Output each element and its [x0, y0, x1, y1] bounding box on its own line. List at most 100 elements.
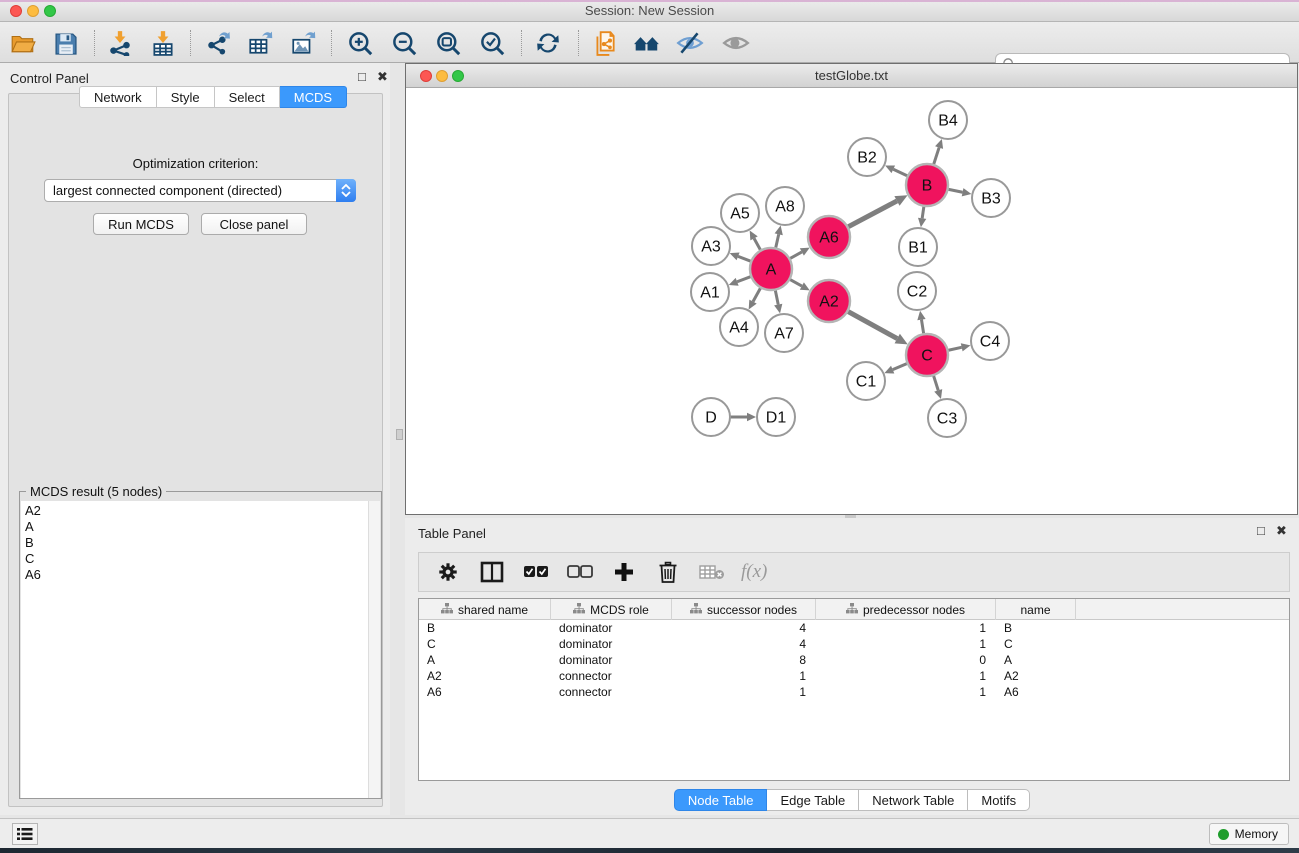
network-canvas[interactable]: B4 B2 B B3 A8A5 A6 A3 B1 A A1 C2 A2 A4 A7 C4 C C1 D D1 C3	[406, 88, 1297, 514]
cell-MCDS-role: connector	[551, 668, 672, 684]
hide-selected-icon[interactable]	[676, 29, 704, 57]
run-mcds-button[interactable]: Run MCDS	[93, 213, 189, 235]
svg-text:A4: A4	[729, 320, 749, 337]
svg-text:B: B	[922, 178, 933, 195]
deselect-all-icon[interactable]	[565, 559, 595, 585]
export-image-icon[interactable]	[289, 29, 317, 57]
cell-successor-nodes: 8	[672, 652, 816, 668]
table-row[interactable]: A6connector11A6	[419, 684, 1289, 700]
clone-network-icon[interactable]	[591, 29, 619, 57]
svg-text:B1: B1	[908, 240, 928, 257]
graph-node-A2[interactable]: A2	[808, 280, 850, 322]
mcds-result-item[interactable]: A6	[25, 567, 369, 583]
export-table-icon[interactable]	[246, 29, 274, 57]
column-header-predecessor-nodes[interactable]: predecessor nodes	[816, 599, 996, 620]
table-float-icon[interactable]: □	[1257, 524, 1265, 538]
network-window-title: testGlobe.txt	[406, 68, 1297, 83]
mcds-result-list[interactable]: A2ABCA6	[21, 501, 370, 798]
graph-node-A7[interactable]: A7	[765, 314, 803, 352]
application-window: Session: New Session	[0, 0, 1299, 853]
graph-node-C3[interactable]: C3	[928, 399, 966, 437]
column-header-name[interactable]: name	[996, 599, 1076, 620]
optimization-criterion-select[interactable]: largest connected component (directed)	[44, 179, 356, 202]
zoom-fit-icon[interactable]	[434, 29, 462, 57]
mcds-result-item[interactable]: C	[25, 551, 369, 567]
graph-node-A5[interactable]: A5	[721, 194, 759, 232]
delete-column-trash-icon[interactable]	[653, 559, 683, 585]
graph-node-C2[interactable]: C2	[898, 272, 936, 310]
memory-button[interactable]: Memory	[1209, 823, 1289, 845]
mcds-result-item[interactable]: A2	[25, 503, 369, 519]
function-builder-icon: f(x)	[741, 561, 767, 583]
first-neighbors-icon[interactable]	[633, 29, 661, 57]
cell-name: A2	[996, 668, 1076, 684]
close-panel-button[interactable]: Close panel	[201, 213, 307, 235]
select-stepper-icon[interactable]	[336, 179, 356, 202]
tab-network-table[interactable]: Network Table	[859, 789, 968, 811]
zoom-out-icon[interactable]	[390, 29, 418, 57]
arrowhead-B-B1	[918, 218, 926, 228]
arrowhead-C-C2	[917, 311, 925, 321]
table-row[interactable]: Adominator80A	[419, 652, 1289, 668]
list-icon	[17, 827, 33, 841]
add-column-icon[interactable]	[609, 559, 639, 585]
table-settings-gear-icon[interactable]	[433, 559, 463, 585]
svg-text:C: C	[921, 348, 933, 365]
graph-node-C1[interactable]: C1	[847, 362, 885, 400]
zoom-in-icon[interactable]	[346, 29, 374, 57]
tab-network[interactable]: Network	[79, 86, 157, 108]
table-close-icon[interactable]: ✖	[1276, 524, 1287, 538]
graph-node-A4[interactable]: A4	[720, 308, 758, 346]
graph-node-C[interactable]: C	[906, 334, 948, 376]
graph-node-B[interactable]: B	[906, 164, 948, 206]
task-history-button[interactable]	[12, 823, 38, 845]
table-row[interactable]: Cdominator41C	[419, 636, 1289, 652]
tab-edge-table[interactable]: Edge Table	[767, 789, 859, 811]
save-session-icon[interactable]	[51, 29, 79, 57]
tab-motifs[interactable]: Motifs	[968, 789, 1030, 811]
table-row[interactable]: Bdominator41B	[419, 620, 1289, 636]
cell-name: C	[996, 636, 1076, 652]
open-file-icon[interactable]	[9, 29, 37, 57]
graph-node-B1[interactable]: B1	[899, 228, 937, 266]
mcds-result-item[interactable]: B	[25, 535, 369, 551]
column-header-MCDS-role[interactable]: MCDS role	[551, 599, 672, 620]
tab-node-table[interactable]: Node Table	[674, 789, 768, 811]
graph-node-A[interactable]: A	[750, 248, 792, 290]
refresh-icon[interactable]	[534, 29, 562, 57]
mcds-result-group: MCDS result (5 nodes) A2ABCA6	[19, 491, 382, 799]
export-network-icon[interactable]	[204, 29, 232, 57]
show-columns-icon[interactable]	[477, 559, 507, 585]
close-panel-icon[interactable]: ✖	[377, 70, 388, 84]
node-table[interactable]: shared nameMCDS rolesuccessor nodesprede…	[418, 598, 1290, 781]
show-all-icon[interactable]	[722, 29, 750, 57]
graph-node-C4[interactable]: C4	[971, 322, 1009, 360]
graph-node-A6[interactable]: A6	[808, 216, 850, 258]
mcds-panel-body: NetworkStyleSelectMCDS Optimization crit…	[8, 93, 383, 807]
tab-mcds[interactable]: MCDS	[280, 86, 347, 108]
cell-successor-nodes: 1	[672, 684, 816, 700]
graph-node-A3[interactable]: A3	[692, 227, 730, 265]
import-table-icon[interactable]	[149, 29, 177, 57]
table-row[interactable]: A2connector11A2	[419, 668, 1289, 684]
zoom-selected-icon[interactable]	[478, 29, 506, 57]
cell-successor-nodes: 4	[672, 636, 816, 652]
column-header-successor-nodes[interactable]: successor nodes	[672, 599, 816, 620]
graph-node-B2[interactable]: B2	[848, 138, 886, 176]
mcds-result-item[interactable]: A	[25, 519, 369, 535]
float-panel-icon[interactable]: □	[358, 70, 366, 84]
tab-select[interactable]: Select	[215, 86, 280, 108]
svg-text:A1: A1	[700, 285, 720, 302]
column-header-shared-name[interactable]: shared name	[419, 599, 551, 620]
mcds-result-scrollbar[interactable]	[368, 501, 380, 798]
graph-node-A8[interactable]: A8	[766, 187, 804, 225]
tab-style[interactable]: Style	[157, 86, 215, 108]
graph-node-B3[interactable]: B3	[972, 179, 1010, 217]
graph-node-B4[interactable]: B4	[929, 101, 967, 139]
vertical-splitter-handle[interactable]	[396, 429, 403, 440]
graph-node-A1[interactable]: A1	[691, 273, 729, 311]
graph-node-D[interactable]: D	[692, 398, 730, 436]
select-all-icon[interactable]	[521, 559, 551, 585]
import-network-icon[interactable]	[106, 29, 134, 57]
graph-node-D1[interactable]: D1	[757, 398, 795, 436]
